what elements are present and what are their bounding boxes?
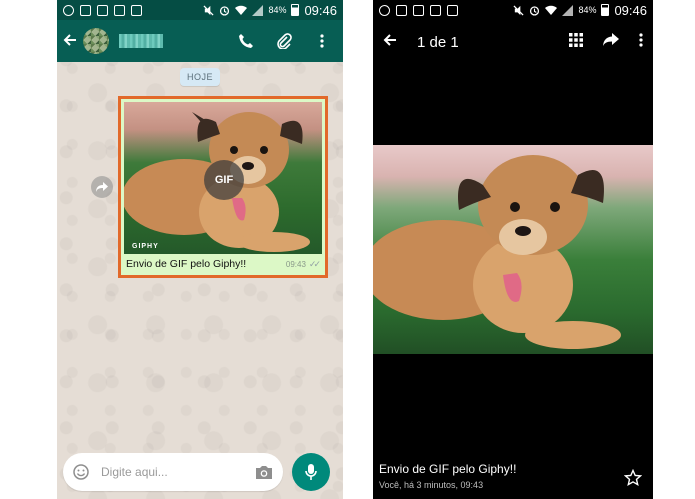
gallery-icon bbox=[80, 4, 91, 16]
instagram-icon bbox=[413, 4, 424, 16]
message-composer[interactable]: Digite aqui... bbox=[63, 453, 283, 491]
alarm-icon bbox=[530, 5, 540, 16]
media-viewer-screen: 84% 09:46 1 de 1 Envio de GIF pelo Giphy… bbox=[373, 0, 653, 499]
flipboard-icon bbox=[447, 4, 458, 16]
attach-icon bbox=[277, 33, 292, 49]
forward-button[interactable] bbox=[91, 176, 113, 198]
screenshot-pair: 84% 09:46 HOJE GIF GIPHY Envio de GIF pe… bbox=[0, 0, 695, 499]
star-icon bbox=[623, 468, 643, 487]
back-arrow-icon bbox=[63, 34, 76, 46]
media-counter: 1 de 1 bbox=[417, 33, 459, 51]
status-bar-viewer: 84% 09:46 bbox=[373, 0, 653, 20]
star-button[interactable] bbox=[623, 468, 643, 487]
forward-icon bbox=[96, 182, 108, 192]
avatar[interactable] bbox=[83, 28, 109, 54]
signal-icon bbox=[252, 4, 264, 16]
battery-icon bbox=[601, 4, 610, 16]
viewer-sender-time: Você, há 3 minutos, 09:43 bbox=[379, 480, 484, 490]
battery-icon bbox=[291, 4, 300, 16]
camera-icon[interactable] bbox=[255, 465, 273, 480]
dog-image bbox=[373, 155, 621, 349]
mic-icon bbox=[305, 464, 317, 480]
share-button[interactable] bbox=[603, 33, 619, 51]
read-ticks-icon: ✓✓ bbox=[308, 258, 321, 269]
mute-icon bbox=[513, 4, 524, 16]
flipboard-icon bbox=[131, 4, 142, 16]
viewer-toolbar: 1 de 1 bbox=[373, 22, 653, 62]
grid-icon bbox=[569, 32, 583, 47]
more-options-button[interactable] bbox=[313, 32, 331, 50]
back-arrow-icon bbox=[383, 33, 396, 46]
wifi-icon bbox=[545, 5, 558, 15]
message-time: 09:43 bbox=[285, 259, 306, 269]
status-bar: 84% 09:46 bbox=[57, 0, 343, 20]
messenger-icon bbox=[379, 4, 390, 16]
gallery-icon bbox=[396, 4, 407, 16]
message-bubble[interactable]: GIF GIPHY Envio de GIF pelo Giphy!! 09:4… bbox=[121, 99, 325, 275]
message-caption-row: Envio de GIF pelo Giphy!! 09:43 ✓✓ bbox=[124, 254, 322, 274]
attach-button[interactable] bbox=[275, 32, 293, 50]
message-input[interactable]: Digite aqui... bbox=[101, 465, 255, 479]
signal-icon bbox=[562, 4, 574, 16]
giphy-watermark: GIPHY bbox=[132, 243, 159, 250]
gif-play-badge[interactable]: GIF bbox=[204, 160, 244, 200]
wifi-icon bbox=[235, 5, 248, 15]
viewer-caption: Envio de GIF pelo Giphy!! bbox=[379, 462, 517, 476]
call-button[interactable] bbox=[237, 32, 255, 50]
battery-percent: 84% bbox=[268, 5, 287, 15]
phone-icon bbox=[239, 34, 253, 48]
battery-percent: 84% bbox=[578, 5, 597, 15]
viewer-more-button[interactable] bbox=[639, 32, 643, 52]
emoji-icon[interactable] bbox=[73, 464, 89, 480]
share-icon bbox=[603, 33, 619, 46]
date-chip: HOJE bbox=[180, 68, 220, 86]
more-icon bbox=[639, 32, 643, 47]
gif-thumbnail[interactable]: GIF GIPHY bbox=[124, 102, 322, 254]
instagram-icon bbox=[97, 4, 108, 16]
voice-record-button[interactable] bbox=[292, 453, 330, 491]
chat-header bbox=[57, 20, 343, 62]
message-text: Envio de GIF pelo Giphy!! bbox=[126, 258, 247, 270]
voicemail-icon bbox=[114, 4, 125, 16]
viewer-back-button[interactable] bbox=[383, 33, 397, 52]
back-button[interactable] bbox=[63, 31, 81, 51]
messenger-icon bbox=[63, 4, 74, 16]
chat-screen: 84% 09:46 HOJE GIF GIPHY Envio de GIF pe… bbox=[57, 0, 343, 499]
alarm-icon bbox=[220, 5, 230, 16]
more-icon bbox=[320, 34, 324, 48]
clock: 09:46 bbox=[614, 2, 647, 18]
voicemail-icon bbox=[430, 4, 441, 16]
mute-icon bbox=[203, 4, 214, 16]
gif-fullscreen[interactable] bbox=[373, 145, 653, 354]
contact-name-blurred[interactable] bbox=[119, 34, 163, 48]
all-media-button[interactable] bbox=[569, 32, 583, 52]
clock: 09:46 bbox=[304, 2, 337, 18]
